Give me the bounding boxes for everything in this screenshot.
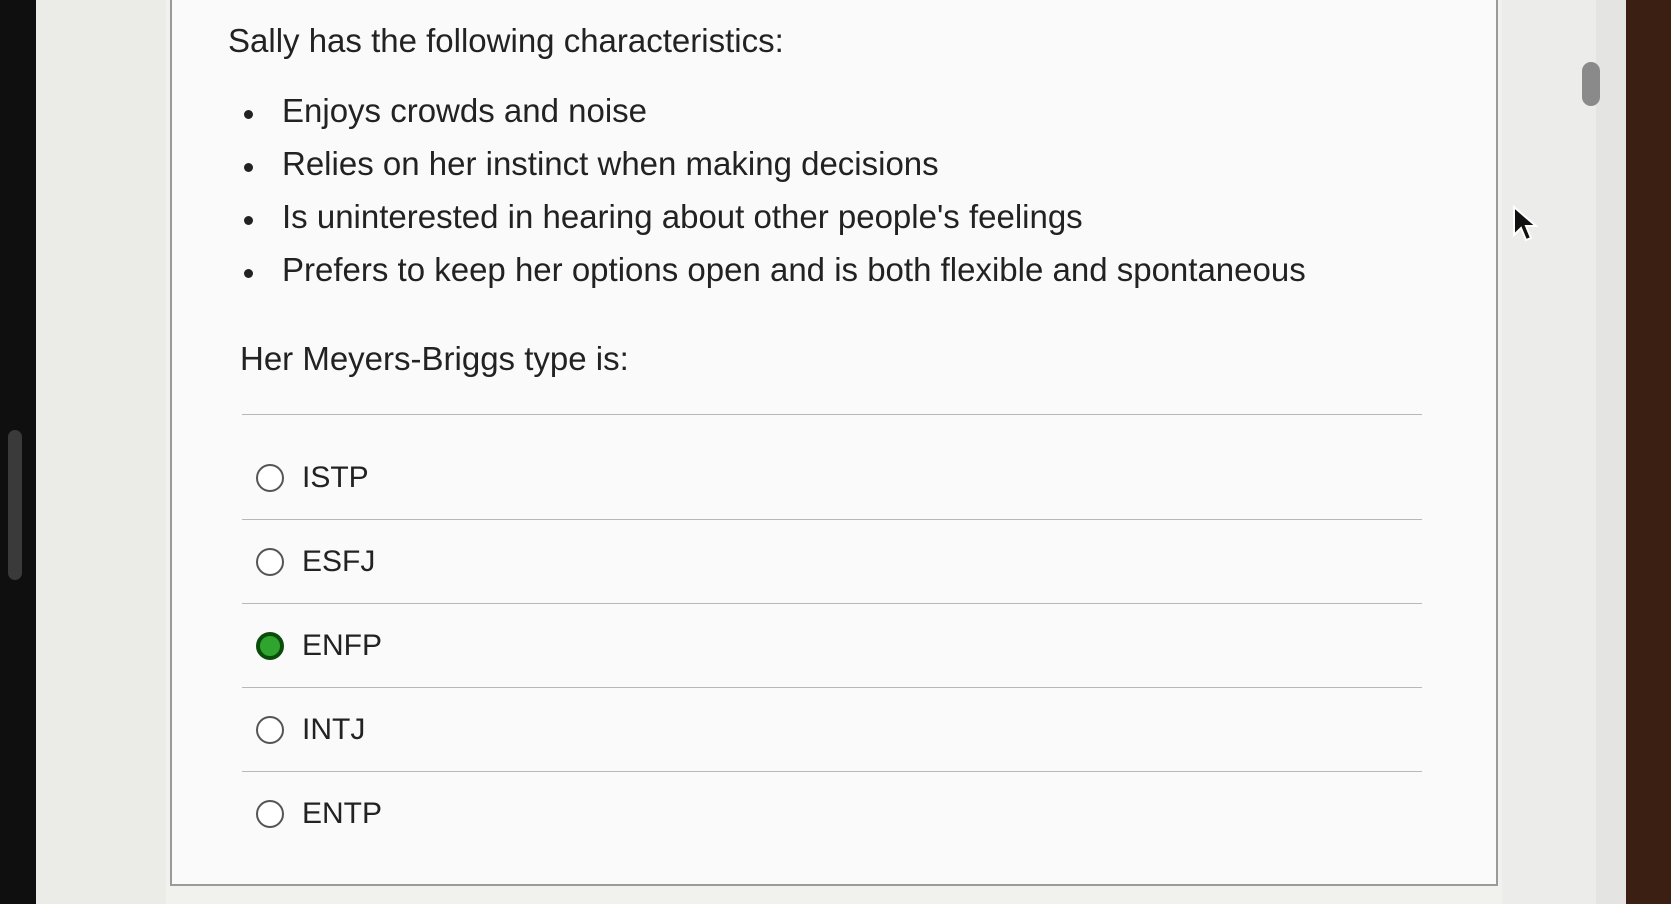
option-intj[interactable]: INTJ xyxy=(242,688,1422,772)
option-label: ENFP xyxy=(302,628,383,662)
option-istp[interactable]: ISTP xyxy=(242,436,1422,520)
scrollbar-track[interactable] xyxy=(1596,0,1626,904)
monitor-bezel xyxy=(1626,0,1671,904)
question-sub-prompt: Her Meyers-Briggs type is: xyxy=(240,340,629,377)
scrollbar-thumb[interactable] xyxy=(1582,62,1600,106)
option-label: INTJ xyxy=(302,712,366,746)
answer-options: ISTP ESFJ ENFP INTJ ENTP xyxy=(242,436,1422,855)
option-esfj[interactable]: ESFJ xyxy=(242,520,1422,604)
option-label: ESFJ xyxy=(302,544,376,578)
side-scroll-handle[interactable] xyxy=(8,430,22,580)
radio-button-unchecked[interactable] xyxy=(256,463,284,492)
screen: Sally has the following characteristics:… xyxy=(36,0,1626,904)
options-divider xyxy=(242,414,1422,415)
characteristic-item: Prefers to keep her options open and is … xyxy=(238,251,1306,304)
option-enfp[interactable]: ENFP xyxy=(242,604,1422,688)
radio-button-checked[interactable] xyxy=(256,631,284,660)
characteristic-item: Enjoys crowds and noise xyxy=(238,92,1306,145)
radio-button-unchecked[interactable] xyxy=(256,799,284,828)
mouse-pointer-icon xyxy=(1513,205,1539,242)
option-entp[interactable]: ENTP xyxy=(242,772,1422,855)
radio-button-unchecked[interactable] xyxy=(256,547,284,576)
characteristic-item: Is uninterested in hearing about other p… xyxy=(238,198,1306,251)
radio-button-unchecked[interactable] xyxy=(256,715,284,744)
question-prompt: Sally has the following characteristics: xyxy=(228,22,784,59)
left-gutter xyxy=(36,0,166,904)
characteristics-list: Enjoys crowds and noise Relies on her in… xyxy=(238,92,1306,304)
characteristic-item: Relies on her instinct when making decis… xyxy=(238,145,1306,198)
option-label: ISTP xyxy=(302,460,369,494)
question-panel: Sally has the following characteristics:… xyxy=(170,0,1498,886)
option-label: ENTP xyxy=(302,796,383,830)
